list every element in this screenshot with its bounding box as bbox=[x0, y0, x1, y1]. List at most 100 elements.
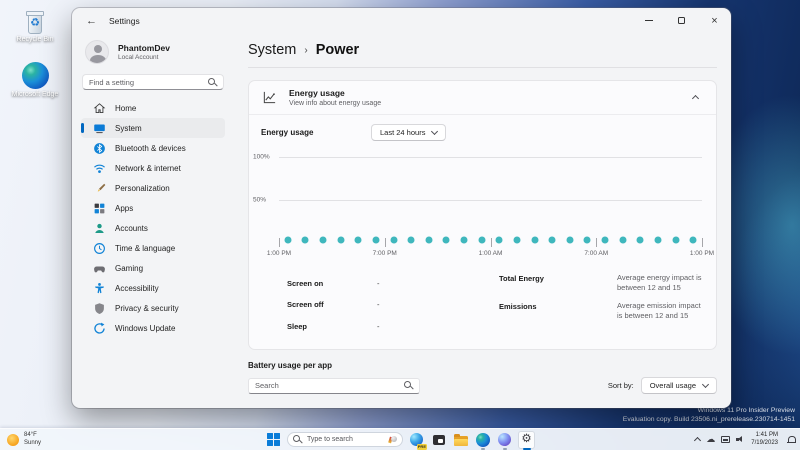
stat-value: Average emission impact is between 12 an… bbox=[617, 300, 701, 321]
close-button[interactable]: × bbox=[698, 8, 731, 33]
settings-search-input[interactable] bbox=[89, 77, 208, 87]
energy-data-point bbox=[619, 236, 627, 244]
clock[interactable]: 1:41 PM 7/19/2023 bbox=[751, 432, 778, 448]
sidebar-item-time-language[interactable]: Time & language bbox=[81, 238, 225, 258]
energy-data-point bbox=[284, 236, 292, 244]
back-button[interactable]: ← bbox=[86, 15, 97, 27]
sidebar-nav: Home System Bluetooth & devices Network & i… bbox=[80, 98, 226, 338]
stat-label: Screen on bbox=[287, 278, 324, 288]
x-axis-tick bbox=[490, 237, 492, 247]
energy-data-point bbox=[495, 236, 503, 244]
edge-beta-button[interactable] bbox=[496, 431, 513, 450]
watermark-line2: Evaluation copy. Build 23506.ni_prerelea… bbox=[622, 416, 795, 424]
energy-data-point bbox=[337, 236, 345, 244]
tray-chevron-icon[interactable] bbox=[694, 436, 702, 445]
impact-stats: Total Energy Average energy impact is bet… bbox=[499, 273, 704, 338]
start-button[interactable] bbox=[265, 431, 282, 449]
folder-icon bbox=[453, 433, 468, 446]
breadcrumb: System › Power bbox=[248, 42, 717, 58]
energy-data-point bbox=[583, 236, 591, 244]
energy-card-header[interactable]: Energy usage View info about energy usag… bbox=[249, 81, 716, 114]
edge-icon bbox=[475, 432, 490, 447]
widgets-temperature: 84°F bbox=[24, 432, 37, 438]
desktop-icon-label: Recycle Bin bbox=[16, 36, 54, 43]
sidebar-item-label: Apps bbox=[115, 203, 134, 213]
settings-taskbar-button[interactable]: ⚙ bbox=[518, 430, 535, 450]
sidebar: PhantomDev Local Account Home System Bluet… bbox=[72, 34, 234, 408]
sidebar-item-accounts[interactable]: Accounts bbox=[81, 218, 225, 238]
chevron-down-icon bbox=[431, 127, 439, 135]
file-explorer-button[interactable] bbox=[452, 431, 469, 449]
sort-dropdown[interactable]: Overall usage bbox=[640, 377, 717, 394]
energy-data-point bbox=[460, 236, 468, 244]
collapse-button[interactable] bbox=[691, 88, 700, 106]
edge-button[interactable] bbox=[474, 431, 491, 450]
app-search-input[interactable] bbox=[255, 381, 404, 390]
sidebar-item-label: Network & internet bbox=[115, 163, 181, 173]
sidebar-item-privacy-security[interactable]: Privacy & security bbox=[81, 298, 225, 318]
sidebar-item-label: Time & language bbox=[115, 243, 176, 253]
sun-icon bbox=[7, 433, 19, 446]
energy-data-point bbox=[531, 236, 539, 244]
widgets-button[interactable]: 84°F Sunny bbox=[7, 429, 41, 450]
breadcrumb-separator-icon: › bbox=[304, 45, 308, 56]
x-axis-tick bbox=[596, 237, 598, 247]
system-icon bbox=[92, 121, 106, 135]
account-name: PhantomDev bbox=[118, 43, 170, 53]
task-view-button[interactable] bbox=[430, 431, 447, 449]
energy-data-point bbox=[513, 236, 521, 244]
time-icon bbox=[92, 241, 106, 255]
desktop-icon-recycle-bin[interactable]: ♻ Recycle Bin bbox=[6, 8, 64, 44]
sidebar-item-label: Personalization bbox=[115, 183, 170, 193]
search-icon bbox=[208, 77, 217, 87]
titlebar[interactable]: ← Settings × bbox=[72, 8, 731, 34]
tray-time: 1:41 PM bbox=[755, 431, 778, 438]
time-range-dropdown[interactable]: Last 24 hours bbox=[371, 123, 447, 141]
account-type: Local Account bbox=[118, 54, 159, 61]
energy-data-point bbox=[390, 236, 398, 244]
widgets-condition: Sunny bbox=[24, 439, 42, 446]
settings-search-box[interactable] bbox=[82, 74, 224, 90]
taskbar-search[interactable]: Type to search bbox=[287, 432, 403, 447]
onedrive-cloud-icon[interactable]: ☁ bbox=[706, 435, 715, 444]
energy-data-point bbox=[319, 236, 327, 244]
account-card[interactable]: PhantomDev Local Account bbox=[80, 36, 226, 74]
card-subtitle: View info about energy usage bbox=[289, 99, 382, 107]
sidebar-item-apps[interactable]: Apps bbox=[81, 198, 225, 218]
x-axis-tick-label: 1:00 PM bbox=[689, 249, 715, 257]
sidebar-item-windows-update[interactable]: Windows Update bbox=[81, 318, 225, 338]
copilot-preview-button[interactable]: PRE bbox=[408, 431, 427, 450]
stat-value: - bbox=[377, 278, 380, 288]
notifications-bell-icon[interactable] bbox=[786, 435, 796, 444]
sidebar-item-personalization[interactable]: Personalization bbox=[81, 178, 225, 198]
app-search-box[interactable] bbox=[248, 377, 420, 394]
stat-label: Emissions bbox=[499, 301, 537, 311]
network-icon[interactable] bbox=[721, 436, 731, 443]
minimize-button[interactable] bbox=[632, 8, 665, 33]
time-range-value: Last 24 hours bbox=[380, 127, 426, 137]
energy-usage-label: Energy usage bbox=[261, 127, 314, 137]
edge-beta-icon bbox=[498, 433, 511, 446]
sidebar-item-accessibility[interactable]: Accessibility bbox=[81, 278, 225, 298]
taskbar: 84°F Sunny Type to search PRE ⚙ ☁ 1:41 P… bbox=[0, 428, 800, 450]
sidebar-item-gaming[interactable]: Gaming bbox=[81, 258, 225, 278]
stat-row: Screen off - bbox=[287, 294, 499, 316]
x-axis-tick-label: 7:00 PM bbox=[372, 249, 397, 257]
energy-usage-chart: 100% 50% 1:00 PM 7:00 PM 1:00 AM 7:00 AM 1:00 … bbox=[253, 145, 714, 271]
windows-logo-icon bbox=[267, 433, 280, 446]
sidebar-item-label: Accounts bbox=[115, 223, 148, 233]
sidebar-item-bluetooth-devices[interactable]: Bluetooth & devices bbox=[81, 138, 225, 158]
desktop-icon-edge[interactable]: Microsoft Edge bbox=[6, 62, 64, 99]
personalization-icon bbox=[92, 181, 106, 195]
energy-data-point bbox=[301, 236, 309, 244]
energy-data-point bbox=[636, 236, 644, 244]
preview-badge: PRE bbox=[416, 443, 427, 450]
sidebar-item-home[interactable]: Home bbox=[81, 98, 225, 118]
sidebar-item-network-internet[interactable]: Network & internet bbox=[81, 158, 225, 178]
maximize-button[interactable] bbox=[665, 8, 698, 33]
taskbar-search-placeholder: Type to search bbox=[307, 436, 353, 443]
volume-icon[interactable] bbox=[736, 436, 745, 444]
sidebar-item-system[interactable]: System bbox=[81, 118, 225, 138]
energy-data-point bbox=[654, 236, 662, 244]
breadcrumb-parent[interactable]: System bbox=[248, 42, 296, 58]
